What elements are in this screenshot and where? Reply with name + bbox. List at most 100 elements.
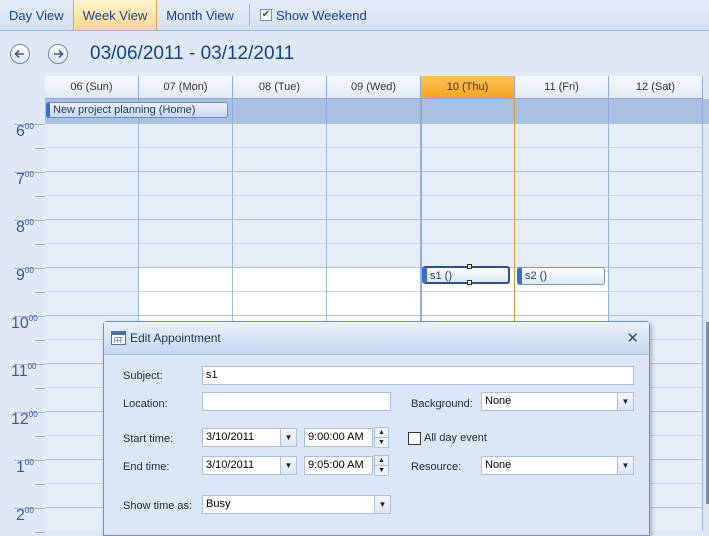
time-slot[interactable]: [609, 244, 702, 268]
all-day-checkbox[interactable]: [408, 432, 421, 445]
time-slot[interactable]: [515, 220, 608, 244]
start-date-field[interactable]: 3/10/2011 ▼: [202, 428, 297, 447]
all-day-cell[interactable]: [233, 99, 327, 124]
arrow-left-circle-icon[interactable]: [10, 44, 30, 64]
subject-field[interactable]: s1: [202, 366, 634, 385]
end-time-field[interactable]: 9:05:00 AM: [304, 456, 373, 475]
time-slot[interactable]: [139, 244, 232, 268]
time-slot[interactable]: [327, 172, 420, 196]
time-slot[interactable]: [515, 196, 608, 220]
time-slot[interactable]: [327, 268, 420, 292]
time-slot[interactable]: [45, 124, 138, 148]
show-weekend-checkbox[interactable]: ✔: [259, 9, 272, 21]
time-slot[interactable]: [45, 172, 138, 196]
time-slot[interactable]: [422, 220, 514, 244]
time-slot[interactable]: [45, 220, 138, 244]
day-header-1[interactable]: 07 (Mon): [139, 76, 233, 99]
time-slot[interactable]: [139, 220, 232, 244]
time-slot[interactable]: [609, 292, 702, 316]
time-slot[interactable]: [327, 196, 420, 220]
day-view-button[interactable]: Day View: [0, 0, 73, 30]
time-slot[interactable]: [45, 292, 138, 316]
time-slot[interactable]: [609, 268, 702, 292]
chevron-down-icon[interactable]: ▼: [617, 457, 633, 474]
chevron-down-icon[interactable]: ▼: [617, 393, 633, 410]
all-day-cell[interactable]: [609, 99, 703, 124]
time-slot[interactable]: [422, 292, 514, 316]
all-day-appointment[interactable]: New project planning (Home): [46, 102, 228, 118]
resize-handle-bottom[interactable]: [467, 280, 472, 285]
day-header-4[interactable]: 10 (Thu): [421, 76, 515, 99]
day-header-5[interactable]: 11 (Fri): [515, 76, 609, 99]
time-slot[interactable]: [233, 124, 326, 148]
time-slot[interactable]: [45, 244, 138, 268]
show-time-as-select[interactable]: Busy ▼: [202, 495, 391, 514]
day-header-2[interactable]: 08 (Tue): [233, 76, 327, 99]
time-slot[interactable]: [422, 124, 514, 148]
background-select[interactable]: None ▼: [481, 392, 634, 411]
day-header-6[interactable]: 12 (Sat): [609, 76, 703, 99]
time-slot[interactable]: [327, 292, 420, 316]
time-slot[interactable]: [233, 196, 326, 220]
time-slot[interactable]: [233, 148, 326, 172]
week-view-button[interactable]: Week View: [72, 0, 158, 30]
time-slot[interactable]: [515, 244, 608, 268]
end-date-field[interactable]: 3/10/2011 ▼: [202, 456, 297, 475]
time-slot[interactable]: [515, 172, 608, 196]
all-day-row[interactable]: New project planning (Home): [45, 99, 709, 124]
resource-select[interactable]: None ▼: [481, 456, 634, 475]
start-time-spinner[interactable]: ▲ ▼: [374, 427, 389, 448]
time-slot[interactable]: [139, 268, 232, 292]
appointment-s2[interactable]: s2 (): [517, 267, 605, 285]
time-slot[interactable]: [515, 148, 608, 172]
close-icon[interactable]: ✕: [626, 329, 639, 347]
time-slot[interactable]: [233, 292, 326, 316]
time-slot[interactable]: [139, 148, 232, 172]
spin-down-icon[interactable]: ▼: [375, 438, 388, 448]
end-time-spinner[interactable]: ▲ ▼: [374, 455, 389, 476]
time-slot[interactable]: [327, 220, 420, 244]
time-slot[interactable]: [139, 172, 232, 196]
time-slot[interactable]: [233, 172, 326, 196]
time-slot[interactable]: [45, 196, 138, 220]
time-slot[interactable]: [422, 148, 514, 172]
chevron-down-icon[interactable]: ▼: [280, 457, 296, 474]
appointment-s1[interactable]: s1 (): [422, 264, 510, 285]
time-slot[interactable]: [422, 172, 514, 196]
time-slot[interactable]: [609, 220, 702, 244]
time-slot[interactable]: [327, 244, 420, 268]
dialog-title-bar[interactable]: Edit Appointment ✕: [104, 322, 649, 355]
time-slot[interactable]: [233, 268, 326, 292]
start-time-field[interactable]: 9:00:00 AM: [304, 428, 373, 447]
time-slot[interactable]: [233, 220, 326, 244]
spin-down-icon[interactable]: ▼: [375, 466, 388, 476]
time-slot[interactable]: [422, 196, 514, 220]
time-slot[interactable]: [139, 124, 232, 148]
time-slot[interactable]: [45, 268, 138, 292]
time-slot[interactable]: [233, 244, 326, 268]
time-slot[interactable]: [45, 148, 138, 172]
all-day-cell[interactable]: [327, 99, 421, 124]
time-slot[interactable]: [609, 172, 702, 196]
spin-up-icon[interactable]: ▲: [375, 428, 388, 438]
all-day-cell[interactable]: [421, 99, 515, 124]
time-slot[interactable]: [327, 148, 420, 172]
spin-up-icon[interactable]: ▲: [375, 456, 388, 466]
chevron-down-icon[interactable]: ▼: [374, 496, 390, 513]
arrow-right-circle-icon[interactable]: [48, 44, 68, 64]
time-slot[interactable]: [327, 124, 420, 148]
chevron-down-icon[interactable]: ▼: [280, 429, 296, 446]
time-slot[interactable]: [515, 292, 608, 316]
time-slot[interactable]: [609, 148, 702, 172]
time-slot[interactable]: [609, 196, 702, 220]
location-field[interactable]: [202, 392, 391, 411]
day-header-0[interactable]: 06 (Sun): [45, 76, 139, 99]
time-slot[interactable]: [609, 124, 702, 148]
show-weekend-toggle[interactable]: ✔ Show Weekend: [256, 0, 367, 30]
time-slot[interactable]: [139, 292, 232, 316]
day-header-3[interactable]: 09 (Wed): [327, 76, 421, 99]
all-day-cell[interactable]: [515, 99, 609, 124]
time-slot[interactable]: [515, 124, 608, 148]
month-view-button[interactable]: Month View: [157, 0, 243, 30]
time-slot[interactable]: [139, 196, 232, 220]
